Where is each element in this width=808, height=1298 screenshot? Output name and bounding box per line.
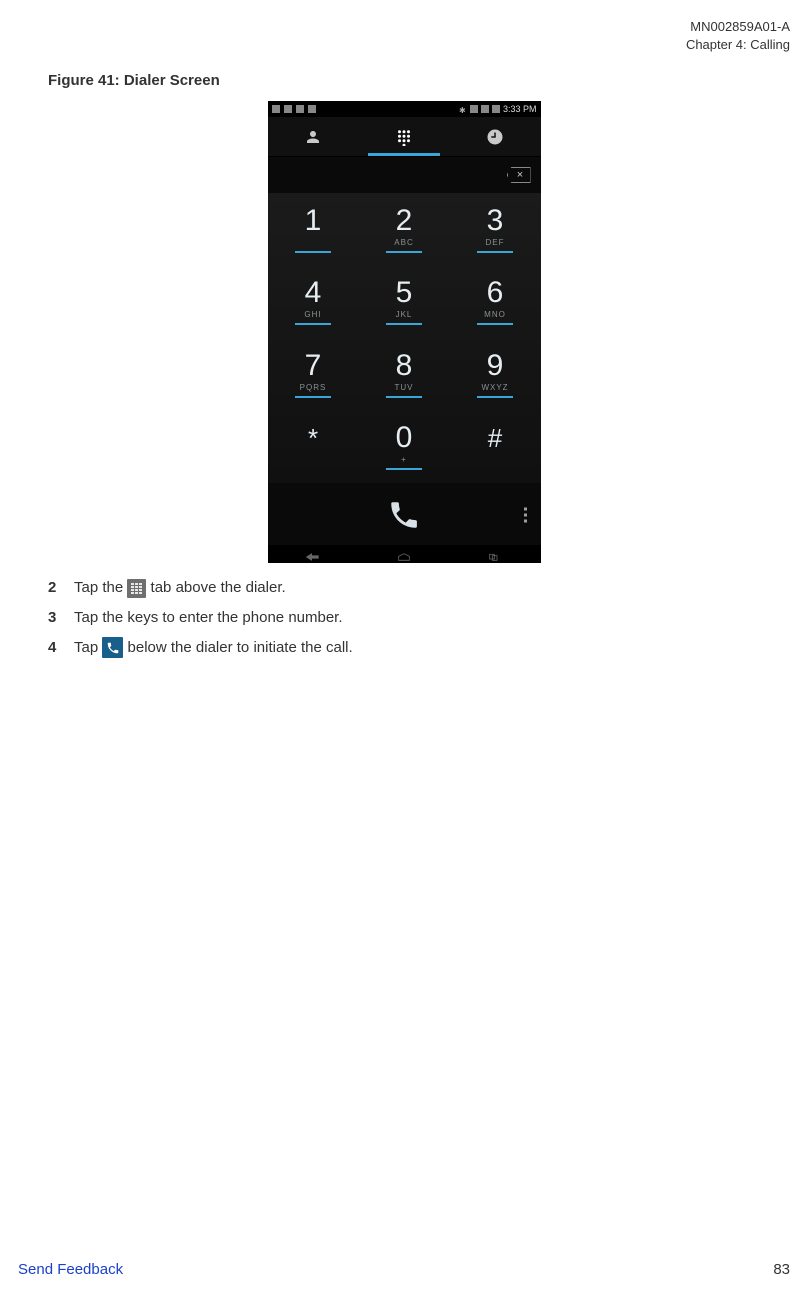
nav-bar <box>268 545 541 563</box>
figure-image: 3:33 PM 1 2ABC <box>48 101 760 563</box>
step-number: 4 <box>48 637 62 659</box>
chapter-title: Chapter 4: Calling <box>686 36 790 54</box>
key-8[interactable]: 8TUV <box>359 338 450 411</box>
key-9[interactable]: 9WXYZ <box>450 338 541 411</box>
dialpad-icon <box>127 579 146 598</box>
signal-icon <box>470 105 478 113</box>
status-icon <box>296 105 304 113</box>
backspace-button[interactable] <box>507 167 531 183</box>
phone-icon <box>387 498 421 532</box>
dialpad-icon <box>395 128 413 146</box>
key-4[interactable]: 4GHI <box>268 266 359 339</box>
overflow-menu[interactable] <box>524 508 527 523</box>
status-icon <box>284 105 292 113</box>
status-icon <box>272 105 280 113</box>
step-text: Tap below the dialer to initiate the cal… <box>74 637 353 659</box>
step-text: Tap the tab above the dialer. <box>74 577 286 599</box>
phone-icon <box>102 637 123 658</box>
home-softkey[interactable] <box>396 549 412 559</box>
tab-dialpad[interactable] <box>359 117 450 156</box>
person-icon <box>304 128 322 146</box>
tab-recents[interactable] <box>450 117 541 156</box>
clock-icon <box>486 128 504 146</box>
bluetooth-icon <box>459 105 467 113</box>
key-3[interactable]: 3DEF <box>450 193 541 266</box>
step-text: Tap the keys to enter the phone number. <box>74 607 343 629</box>
key-0[interactable]: 0+ <box>359 411 450 484</box>
number-entry <box>268 157 541 193</box>
keypad: 1 2ABC 3DEF 4GHI 5JKL 6MNO 7PQRS 8TUV 9W… <box>268 193 541 483</box>
status-time: 3:33 PM <box>503 104 537 114</box>
page-number: 83 <box>773 1261 790 1278</box>
key-star[interactable]: * <box>268 411 359 484</box>
page-header: MN002859A01-A Chapter 4: Calling <box>686 18 790 53</box>
wifi-icon <box>481 105 489 113</box>
key-hash[interactable]: # <box>450 411 541 484</box>
step-number: 2 <box>48 577 62 599</box>
instruction-steps: 2 Tap the tab above the dialer. 3 Tap th… <box>48 577 760 658</box>
step-2: 2 Tap the tab above the dialer. <box>48 577 760 599</box>
key-6[interactable]: 6MNO <box>450 266 541 339</box>
send-feedback-link[interactable]: Send Feedback <box>18 1261 123 1278</box>
status-icon <box>308 105 316 113</box>
step-4: 4 Tap below the dialer to initiate the c… <box>48 637 760 659</box>
recents-softkey[interactable] <box>487 549 503 559</box>
call-button[interactable] <box>376 487 432 543</box>
doc-id: MN002859A01-A <box>686 18 790 36</box>
dialer-tabs <box>268 117 541 157</box>
key-7[interactable]: 7PQRS <box>268 338 359 411</box>
key-1[interactable]: 1 <box>268 193 359 266</box>
battery-icon <box>492 105 500 113</box>
key-5[interactable]: 5JKL <box>359 266 450 339</box>
dialer-screenshot: 3:33 PM 1 2ABC <box>268 101 541 563</box>
step-number: 3 <box>48 607 62 629</box>
call-row <box>268 483 541 547</box>
tab-contacts[interactable] <box>268 117 359 156</box>
key-2[interactable]: 2ABC <box>359 193 450 266</box>
figure-caption: Figure 41: Dialer Screen <box>48 72 760 89</box>
back-softkey[interactable] <box>305 549 321 559</box>
status-bar: 3:33 PM <box>268 101 541 117</box>
step-3: 3 Tap the keys to enter the phone number… <box>48 607 760 629</box>
